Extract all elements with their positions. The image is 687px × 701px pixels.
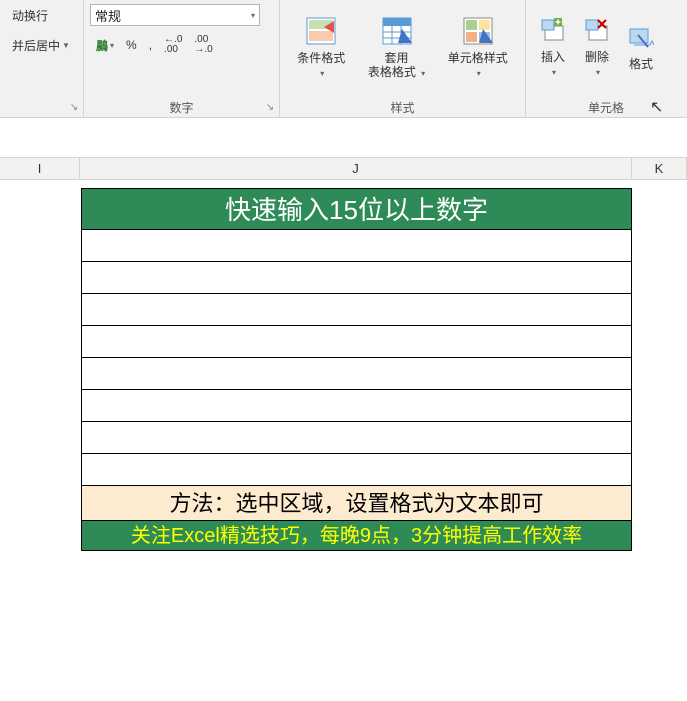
conditional-format-button[interactable]: 条件格式 ▾ — [291, 15, 351, 82]
alignment-group: 动换行 并后居中 ▼ ↘ — [0, 0, 84, 117]
cond-fmt-label: 条件格式 — [297, 51, 345, 65]
demo-table: 快速输入15位以上数字 方法：选中区域，设置格式为文本即可 关注Excel精选技… — [81, 188, 632, 551]
chevron-down-icon: ▾ — [320, 69, 324, 78]
table-row[interactable] — [81, 294, 632, 326]
delete-button[interactable]: 删除 ▾ — [576, 16, 618, 81]
styles-group-label: 样式 — [280, 100, 525, 116]
format-table-icon — [382, 17, 412, 49]
column-header-j[interactable]: J — [80, 158, 632, 179]
chevron-down-icon: ▾ — [421, 69, 425, 78]
increase-decimal-icon: ←.0.00 — [164, 35, 182, 55]
increase-decimal-button[interactable]: ←.0.00 — [160, 33, 186, 57]
format-table-label-2: 表格格式 — [368, 65, 416, 79]
chevron-down-icon: ▾ — [110, 41, 114, 50]
wrap-text-label: 动换行 — [12, 7, 48, 24]
table-row[interactable] — [81, 262, 632, 294]
cell-styles-button[interactable]: 单元格样式 ▾ — [442, 15, 514, 82]
conditional-format-icon — [306, 17, 336, 49]
styles-group: 条件格式 ▾ 套用 表格格式 ▾ 单元格样式 ▾ 样式 — [280, 0, 526, 117]
table-title-cell[interactable]: 快速输入15位以上数字 — [81, 188, 632, 230]
column-header-k[interactable]: K — [632, 158, 687, 179]
table-body — [81, 230, 632, 486]
number-format-value: 常规 — [95, 6, 121, 25]
format-as-table-button[interactable]: 套用 表格格式 ▾ — [362, 15, 431, 82]
comma-icon: , — [149, 38, 152, 52]
decrease-decimal-button[interactable]: .00→.0 — [190, 33, 216, 57]
ribbon: 动换行 并后居中 ▼ ↘ 常规 ▾ 鷐 ▾ % , — [0, 0, 687, 118]
table-row[interactable] — [81, 326, 632, 358]
number-group: 常规 ▾ 鷐 ▾ % , ←.0.00 .00→.0 — [84, 0, 280, 117]
comma-format-button[interactable]: , — [145, 36, 156, 54]
chevron-down-icon: ▾ — [251, 11, 255, 20]
column-header-i[interactable]: I — [0, 158, 80, 179]
format-table-label-1: 套用 — [384, 51, 408, 65]
format-label: 格式 — [629, 57, 653, 71]
chevron-down-icon: ▾ — [477, 69, 481, 78]
insert-icon — [540, 18, 566, 48]
table-row[interactable] — [81, 230, 632, 262]
wrap-text-button[interactable]: 动换行 — [8, 5, 75, 26]
accounting-format-button[interactable]: 鷐 ▾ — [92, 35, 118, 56]
formula-bar-area — [0, 118, 687, 158]
cell-styles-icon — [463, 17, 493, 49]
table-row[interactable] — [81, 422, 632, 454]
delete-icon — [584, 18, 610, 48]
merge-center-label: 并后居中 — [12, 37, 60, 54]
merge-center-button[interactable]: 并后居中 ▼ — [8, 35, 75, 56]
insert-button[interactable]: 插入 ▾ — [532, 16, 574, 81]
format-button[interactable]: 格式 — [620, 23, 662, 73]
delete-label: 删除 — [585, 50, 609, 64]
table-row[interactable] — [81, 390, 632, 422]
number-format-combo[interactable]: 常规 ▾ — [90, 4, 260, 26]
column-header-row: I J K — [0, 158, 687, 180]
cells-group: 插入 ▾ 删除 ▾ 格式 单元格 — [526, 0, 686, 117]
currency-icon: 鷐 — [96, 37, 108, 54]
cell-styles-label: 单元格样式 — [448, 51, 508, 65]
table-row[interactable] — [81, 454, 632, 486]
insert-label: 插入 — [541, 50, 565, 64]
chevron-down-icon: ▼ — [62, 41, 70, 50]
chevron-down-icon: ▾ — [552, 68, 556, 77]
number-group-label: 数字 — [84, 100, 279, 116]
cells-group-label: 单元格 — [526, 100, 686, 116]
percent-icon: % — [126, 38, 137, 52]
table-method-cell[interactable]: 方法：选中区域，设置格式为文本即可 — [81, 486, 632, 521]
dialog-launcher-icon[interactable]: ↘ — [263, 101, 277, 115]
format-icon — [628, 25, 654, 55]
decrease-decimal-icon: .00→.0 — [194, 35, 212, 55]
table-footer-cell[interactable]: 关注Excel精选技巧，每晚9点，3分钟提高工作效率 — [81, 521, 632, 551]
worksheet-area[interactable]: 快速输入15位以上数字 方法：选中区域，设置格式为文本即可 关注Excel精选技… — [0, 180, 687, 700]
dialog-launcher-icon[interactable]: ↘ — [67, 101, 81, 115]
percent-format-button[interactable]: % — [122, 36, 141, 54]
table-row[interactable] — [81, 358, 632, 390]
chevron-down-icon: ▾ — [596, 68, 600, 77]
